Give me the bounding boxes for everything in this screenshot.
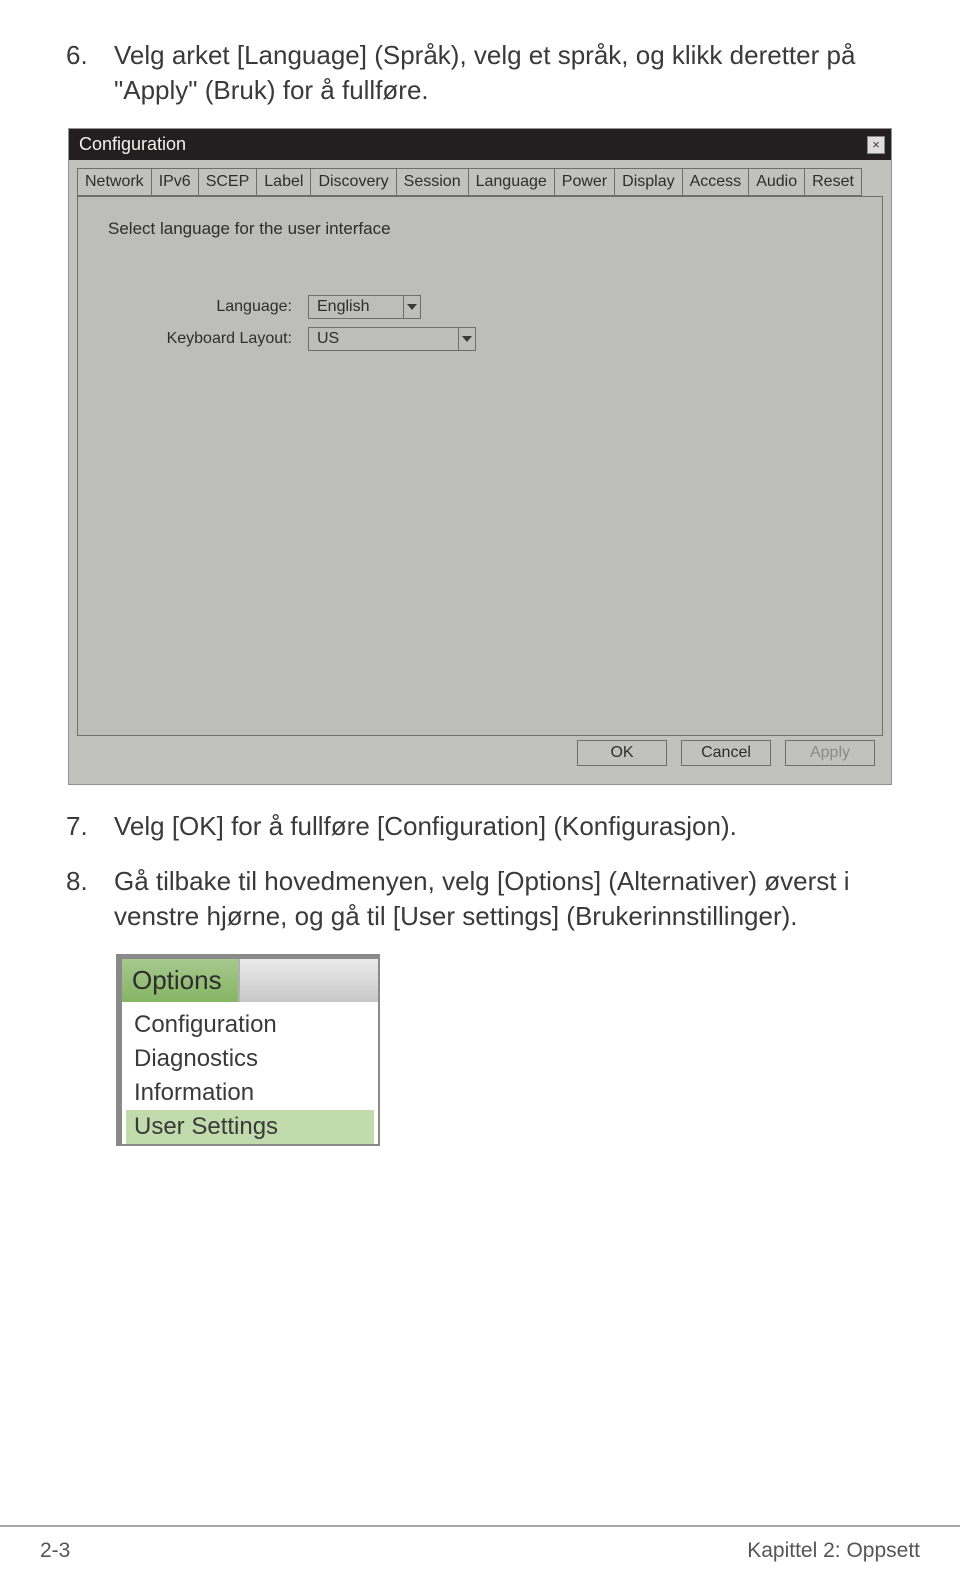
menu-item-diagnostics[interactable]: Diagnostics	[134, 1042, 374, 1076]
tab-access[interactable]: Access	[682, 168, 750, 196]
tab-strip: Network IPv6 SCEP Label Discovery Sessio…	[77, 168, 883, 196]
chevron-down-icon[interactable]	[403, 295, 421, 319]
tab-display[interactable]: Display	[614, 168, 682, 196]
language-value: English	[308, 295, 403, 319]
tab-audio[interactable]: Audio	[748, 168, 805, 196]
tab-label[interactable]: Label	[256, 168, 311, 196]
cancel-button[interactable]: Cancel	[681, 740, 771, 766]
menu-item-configuration[interactable]: Configuration	[134, 1008, 374, 1042]
window-titlebar: Configuration ×	[69, 129, 891, 160]
configuration-window: Configuration × Network IPv6 SCEP Label …	[68, 128, 892, 785]
tab-power[interactable]: Power	[554, 168, 615, 196]
keyboard-dropdown[interactable]: US	[308, 327, 476, 351]
step-8-text: Gå tilbake til hovedmenyen, velg [Option…	[114, 864, 894, 934]
options-menu-title[interactable]: Options	[122, 959, 240, 1002]
chevron-down-icon[interactable]	[458, 327, 476, 351]
menu-item-user-settings[interactable]: User Settings	[126, 1110, 374, 1144]
tab-reset[interactable]: Reset	[804, 168, 862, 196]
step-6-text: Velg arket [Language] (Språk), velg et s…	[114, 38, 894, 108]
language-dropdown[interactable]: English	[308, 295, 421, 319]
footer-divider	[0, 1525, 960, 1527]
tab-session[interactable]: Session	[396, 168, 469, 196]
keyboard-label: Keyboard Layout:	[108, 330, 308, 348]
step-7-number: 7.	[66, 809, 114, 844]
keyboard-row: Keyboard Layout: US	[108, 327, 852, 351]
menu-item-information[interactable]: Information	[134, 1076, 374, 1110]
step-7: 7. Velg [OK] for å fullføre [Configurati…	[66, 809, 894, 844]
language-row: Language: English	[108, 295, 852, 319]
step-6-number: 6.	[66, 38, 114, 108]
tab-language[interactable]: Language	[468, 168, 555, 196]
tab-ipv6[interactable]: IPv6	[151, 168, 199, 196]
step-7-text: Velg [OK] for å fullføre [Configuration]…	[114, 809, 894, 844]
page-footer: 2-3 Kapittel 2: Oppsett	[40, 1539, 920, 1563]
footer-page-number: 2-3	[40, 1539, 70, 1563]
ok-button[interactable]: OK	[577, 740, 667, 766]
dialog-button-row: OK Cancel Apply	[77, 736, 883, 774]
close-icon[interactable]: ×	[867, 136, 885, 154]
tab-scep[interactable]: SCEP	[198, 168, 258, 196]
step-8-number: 8.	[66, 864, 114, 934]
language-label: Language:	[108, 298, 308, 316]
step-6: 6. Velg arket [Language] (Språk), velg e…	[66, 38, 894, 108]
panel-heading: Select language for the user interface	[108, 219, 852, 239]
language-panel: Select language for the user interface L…	[77, 196, 883, 736]
options-menu: Options Configuration Diagnostics Inform…	[116, 954, 380, 1146]
footer-chapter: Kapittel 2: Oppsett	[747, 1539, 920, 1563]
window-title: Configuration	[79, 134, 186, 155]
step-8: 8. Gå tilbake til hovedmenyen, velg [Opt…	[66, 864, 894, 934]
keyboard-value: US	[308, 327, 458, 351]
tab-network[interactable]: Network	[77, 168, 152, 196]
apply-button[interactable]: Apply	[785, 740, 875, 766]
tab-discovery[interactable]: Discovery	[310, 168, 396, 196]
